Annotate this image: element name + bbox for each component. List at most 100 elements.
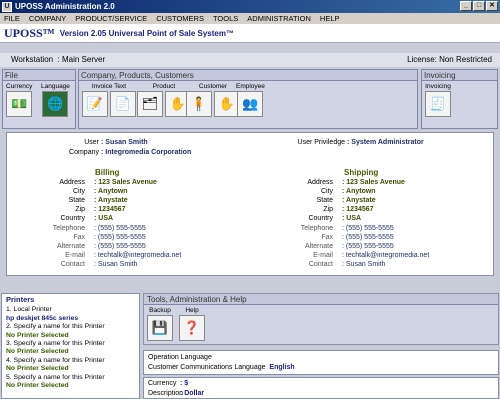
tool-backup-label: Backup: [149, 307, 171, 314]
shipping-contact-value: : Susan Smith: [342, 261, 386, 268]
group-file: File Currency 💵 Language 🌐: [2, 69, 76, 129]
tool-invoicing[interactable]: Invoicing 🧾: [425, 82, 451, 117]
billing-zip-label: Zip: [75, 206, 85, 213]
maximize-button[interactable]: □: [473, 1, 485, 11]
menu-product-service[interactable]: PRODUCT/SERVICE: [75, 14, 147, 23]
user-value: : Susan Smith: [101, 139, 148, 146]
shipping-telephone-label: Telephone: [300, 225, 333, 232]
tool-invoice-text-label: Invoice Text: [91, 83, 127, 90]
shipping-country-label: Country: [308, 215, 333, 222]
tool-language[interactable]: Language 🌐: [41, 82, 70, 117]
printer-line[interactable]: No Printer Selected: [6, 365, 135, 373]
product-icon[interactable]: 🗂: [137, 91, 163, 117]
printer-line[interactable]: No Printer Selected: [6, 348, 135, 356]
invoice-text-alt-icon[interactable]: 📄: [110, 91, 136, 117]
printer-line[interactable]: No Printer Selected: [6, 332, 135, 340]
invoice-text-icon[interactable]: 📝: [82, 91, 108, 117]
currency-panel: Currency : $ Description : Dollar: [143, 377, 499, 399]
backup-icon[interactable]: 💾: [147, 315, 173, 341]
shipping-alternate-label: Alternate: [304, 243, 333, 250]
operation-language-value: English: [269, 364, 295, 371]
printer-line[interactable]: No Printer Selected: [6, 382, 135, 390]
operation-language-label: Customer Communications Language: [148, 364, 266, 371]
tool-customer-label: Customer: [198, 83, 228, 90]
globe-icon[interactable]: 🌐: [42, 91, 69, 117]
tool-backup[interactable]: Backup 💾: [147, 306, 173, 341]
shipping-state-label: State: [316, 197, 333, 204]
billing-state-label: State: [68, 197, 85, 204]
currency-icon[interactable]: 💵: [6, 91, 33, 117]
billing-country-label: Country: [60, 215, 85, 222]
workstation-info: Workstation : Main Server: [11, 55, 105, 64]
customer-icon[interactable]: 🧍: [186, 91, 212, 117]
menu-help[interactable]: HELP: [320, 14, 340, 23]
operation-language-row: Customer Communications Language English: [148, 363, 494, 373]
tool-invoice-text[interactable]: Invoice Text 📝 📄: [82, 82, 136, 117]
shipping-zip-label: Zip: [323, 206, 333, 213]
currency-label: Currency: [148, 380, 177, 387]
shipping-zip-value: : 1234567: [342, 206, 374, 213]
billing-email-label: E-mail: [65, 252, 85, 259]
minimize-button[interactable]: _: [460, 1, 472, 11]
billing-fax-value: : (555) 555-5555: [94, 234, 146, 241]
printer-line: 1. Local Printer: [6, 306, 52, 314]
shipping-country-value: : USA: [342, 215, 362, 222]
group-invoicing: Invoicing Invoicing 🧾: [421, 69, 498, 129]
operation-language-panel: Operation Language Customer Communicatio…: [143, 350, 499, 375]
app-icon: U: [2, 1, 12, 12]
billing-contact-label: Contact: [60, 261, 85, 268]
tool-currency[interactable]: Currency 💵: [6, 82, 32, 117]
billing-zip-value: : 1234567: [94, 206, 126, 213]
printer-line: 2. Specify a name for this Printer: [6, 323, 105, 331]
menu-bar: FILE COMPANY PRODUCT/SERVICE CUSTOMERS T…: [0, 13, 500, 24]
tool-invoicing-label: Invoicing: [425, 83, 451, 90]
billing-city-value: : Anytown: [94, 188, 128, 195]
printers-panel: Printers 1. Local Printer hp deskjet 845…: [1, 293, 140, 399]
menu-file[interactable]: FILE: [4, 14, 20, 23]
shipping-address-label: Address: [307, 179, 333, 186]
billing-heading: Billing: [95, 168, 120, 177]
tool-product[interactable]: Product 🗂 ✋: [137, 82, 191, 117]
company-label: Company: [69, 149, 99, 156]
tool-customer[interactable]: Customer 🧍 ✋: [186, 82, 240, 117]
billing-fax-label: Fax: [73, 234, 85, 241]
shipping-heading: Shipping: [344, 168, 379, 177]
help-icon[interactable]: ❓: [179, 315, 205, 341]
tool-help[interactable]: Help ❓: [179, 306, 205, 341]
window-titlebar: U UPOSS Administration 2.0 _ □ ✕: [0, 0, 500, 13]
tool-currency-label: Currency: [6, 83, 33, 90]
user-info-card: User : Susan Smith Company : Integromedi…: [6, 132, 494, 276]
shipping-alternate-value: : (555) 555-5555: [342, 243, 394, 250]
tool-employee-label: Employee: [236, 83, 265, 90]
tool-employee[interactable]: Employee 👥: [236, 82, 265, 117]
brand-tagline: Version 2.05 Universal Point of Sale Sys…: [59, 28, 234, 38]
description-row: Description : Dollar: [148, 389, 494, 399]
printer-line: 5. Specify a name for this Printer: [6, 373, 105, 381]
currency-row: Currency : $: [148, 379, 494, 389]
billing-alternate-label: Alternate: [56, 243, 85, 250]
menu-tools[interactable]: TOOLS: [213, 14, 238, 23]
close-button[interactable]: ✕: [486, 1, 498, 11]
billing-address-label: Address: [59, 179, 85, 186]
shipping-telephone-value: : (555) 555-5555: [342, 225, 394, 232]
printer-line[interactable]: hp deskjet 845c series: [6, 315, 135, 323]
billing-telephone-label: Telephone: [52, 225, 85, 232]
invoicing-icon[interactable]: 🧾: [425, 91, 451, 117]
toolbar-area: File Currency 💵 Language 🌐 Company, Prod…: [0, 69, 500, 129]
billing-state-value: : Anystate: [94, 197, 128, 204]
shipping-email-value: : techtalk@integromedia.net: [342, 252, 430, 259]
group-company-title: Company, Products, Customers: [79, 70, 417, 81]
workstation-label: Workstation: [11, 55, 54, 64]
menu-company[interactable]: COMPANY: [29, 14, 66, 23]
employee-icon[interactable]: 👥: [237, 91, 264, 117]
menu-administration[interactable]: ADMINISTRATION: [247, 14, 311, 23]
license-label: License: Non Restricted: [407, 55, 492, 64]
group-tools-admin-help: Tools, Administration & Help Backup 💾 He…: [143, 293, 499, 345]
operation-language-title: Operation Language: [148, 354, 212, 361]
shipping-contact-label: Contact: [308, 261, 333, 268]
privilege-value: : System Administrator: [347, 139, 424, 146]
menu-customers[interactable]: CUSTOMERS: [156, 14, 204, 23]
workstation-value: : Main Server: [57, 55, 106, 64]
billing-contact-value: : Susan Smith: [94, 261, 138, 268]
privilege-label: User Priviledge: [297, 139, 345, 146]
